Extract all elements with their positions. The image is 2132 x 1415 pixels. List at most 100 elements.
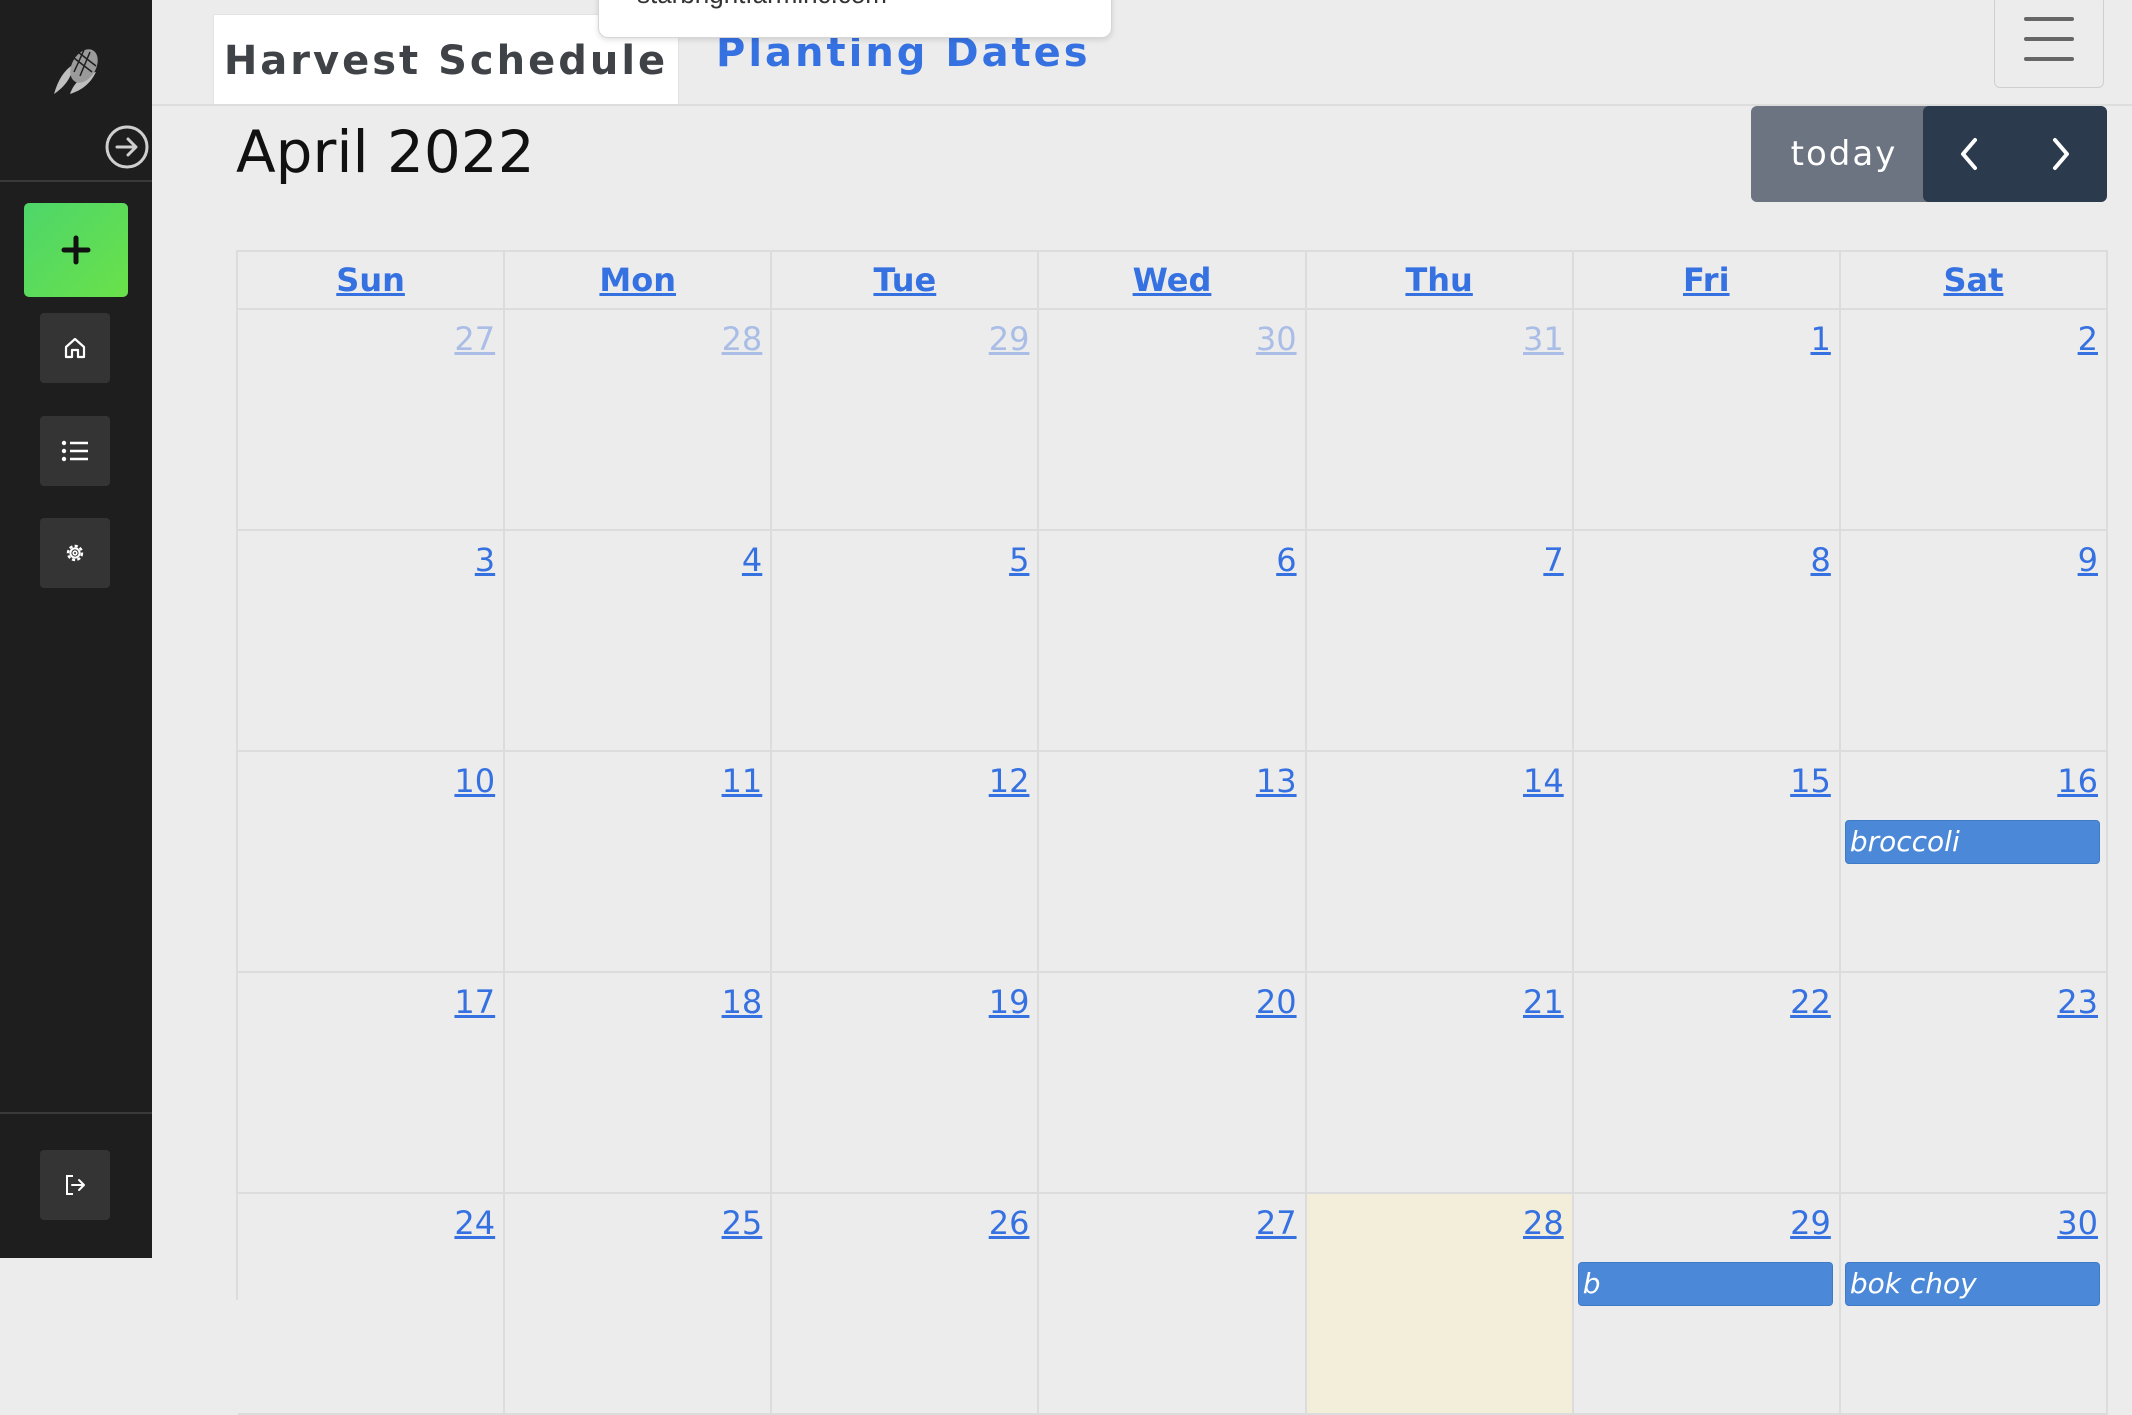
hamburger-icon	[2024, 17, 2074, 61]
day-number-link[interactable]: 14	[1523, 762, 1564, 800]
sidebar-divider	[0, 180, 152, 182]
day-number-link[interactable]: 28	[722, 320, 763, 358]
day-cell[interactable]: 30	[1039, 310, 1307, 531]
day-number-link[interactable]: 27	[454, 320, 495, 358]
day-number-link[interactable]: 18	[722, 983, 763, 1021]
day-cell[interactable]: 26	[772, 1194, 1040, 1415]
day-cell[interactable]: 9	[1840, 531, 2108, 752]
day-cell[interactable]: 27	[238, 310, 506, 531]
sidebar	[0, 0, 152, 1258]
day-cell[interactable]: 17	[238, 973, 506, 1194]
day-number-link[interactable]: 30	[1256, 320, 1297, 358]
day-cell[interactable]: 18	[505, 973, 773, 1194]
day-number-link[interactable]: 25	[722, 1204, 763, 1242]
day-number-link[interactable]: 3	[475, 541, 495, 579]
day-cell[interactable]: 30 bok choy	[1840, 1194, 2108, 1415]
day-number-link[interactable]: 24	[454, 1204, 495, 1242]
day-number-link[interactable]: 1	[1810, 320, 1830, 358]
day-number-link[interactable]: 20	[1256, 983, 1297, 1021]
calendar-week: 10 11 12 13 14 15 16 broccoli	[238, 752, 2108, 973]
day-number-link[interactable]: 16	[2057, 762, 2098, 800]
day-number-link[interactable]: 21	[1523, 983, 1564, 1021]
day-number-link[interactable]: 23	[2057, 983, 2098, 1021]
weekday-wed[interactable]: Wed	[1039, 252, 1307, 310]
calendar-event[interactable]: bok choy	[1844, 1262, 2100, 1306]
day-cell[interactable]: 13	[1039, 752, 1307, 973]
url-tooltip: starbrightfarminc.com	[598, 0, 1112, 38]
day-cell[interactable]: 3	[238, 531, 506, 752]
today-button[interactable]: today	[1751, 106, 1937, 202]
day-number-link[interactable]: 5	[1009, 541, 1029, 579]
day-cell[interactable]: 28	[505, 310, 773, 531]
sidebar-item-home[interactable]	[40, 313, 110, 383]
day-number-link[interactable]: 6	[1276, 541, 1296, 579]
weekday-thu[interactable]: Thu	[1306, 252, 1574, 310]
day-cell[interactable]: 24	[238, 1194, 506, 1415]
day-cell[interactable]: 23	[1840, 973, 2108, 1194]
day-number-link[interactable]: 31	[1523, 320, 1564, 358]
day-number-link[interactable]: 13	[1256, 762, 1297, 800]
day-cell[interactable]: 19	[772, 973, 1040, 1194]
logout-button[interactable]	[40, 1150, 110, 1220]
day-cell[interactable]: 21	[1306, 973, 1574, 1194]
day-number-link[interactable]: 10	[454, 762, 495, 800]
day-number-link[interactable]: 27	[1256, 1204, 1297, 1242]
day-number-link[interactable]: 22	[1790, 983, 1831, 1021]
day-number-link[interactable]: 2	[2078, 320, 2098, 358]
day-cell[interactable]: 8	[1573, 531, 1841, 752]
weekday-sun[interactable]: Sun	[238, 252, 506, 310]
prev-month-button[interactable]	[1923, 106, 2015, 202]
add-button[interactable]	[24, 203, 128, 297]
day-cell[interactable]: 27	[1039, 1194, 1307, 1415]
day-number-link[interactable]: 4	[742, 541, 762, 579]
day-cell[interactable]: 31	[1306, 310, 1574, 531]
day-cell[interactable]: 1	[1573, 310, 1841, 531]
day-number-link[interactable]: 15	[1790, 762, 1831, 800]
sidebar-item-settings[interactable]	[40, 518, 110, 588]
tab-planting-dates[interactable]: Planting Dates	[716, 30, 1091, 90]
day-cell[interactable]: 14	[1306, 752, 1574, 973]
corn-logo-icon[interactable]	[44, 44, 108, 100]
day-cell[interactable]: 29 b	[1573, 1194, 1841, 1415]
sidebar-item-list[interactable]	[40, 416, 110, 486]
weekday-tue[interactable]: Tue	[772, 252, 1040, 310]
calendar-event[interactable]: b	[1577, 1262, 1833, 1306]
day-number-link[interactable]: 7	[1543, 541, 1563, 579]
day-number-link[interactable]: 9	[2078, 541, 2098, 579]
day-number-link[interactable]: 8	[1810, 541, 1830, 579]
weekday-sat[interactable]: Sat	[1840, 252, 2108, 310]
day-cell[interactable]: 29	[772, 310, 1040, 531]
day-number-link[interactable]: 19	[989, 983, 1030, 1021]
day-cell[interactable]: 12	[772, 752, 1040, 973]
day-cell[interactable]: 20	[1039, 973, 1307, 1194]
menu-button[interactable]	[1994, 0, 2104, 88]
day-number-link[interactable]: 30	[2057, 1204, 2098, 1242]
day-number-link[interactable]: 29	[989, 320, 1030, 358]
weekday-fri[interactable]: Fri	[1573, 252, 1841, 310]
day-cell[interactable]: 22	[1573, 973, 1841, 1194]
day-cell[interactable]: 25	[505, 1194, 773, 1415]
day-number-link[interactable]: 12	[989, 762, 1030, 800]
day-cell[interactable]: 28	[1306, 1194, 1574, 1415]
day-cell[interactable]: 5	[772, 531, 1040, 752]
day-cell[interactable]: 6	[1039, 531, 1307, 752]
day-cell[interactable]: 4	[505, 531, 773, 752]
day-number-link[interactable]: 26	[989, 1204, 1030, 1242]
day-cell[interactable]: 11	[505, 752, 773, 973]
day-cell[interactable]: 10	[238, 752, 506, 973]
day-number-link[interactable]: 11	[722, 762, 763, 800]
day-number-link[interactable]: 17	[454, 983, 495, 1021]
expand-sidebar-arrow-icon[interactable]	[104, 124, 150, 170]
day-cell[interactable]: 2	[1840, 310, 2108, 531]
next-month-button[interactable]	[2015, 106, 2107, 202]
url-tooltip-text: starbrightfarminc.com	[637, 0, 887, 10]
sidebar-divider	[0, 1112, 152, 1114]
day-cell[interactable]: 15	[1573, 752, 1841, 973]
day-cell[interactable]: 7	[1306, 531, 1574, 752]
calendar-event[interactable]: broccoli	[1844, 820, 2100, 864]
day-number-link[interactable]: 28	[1523, 1204, 1564, 1242]
day-number-link[interactable]: 29	[1790, 1204, 1831, 1242]
plus-icon	[61, 235, 91, 265]
day-cell[interactable]: 16 broccoli	[1840, 752, 2108, 973]
weekday-mon[interactable]: Mon	[505, 252, 773, 310]
